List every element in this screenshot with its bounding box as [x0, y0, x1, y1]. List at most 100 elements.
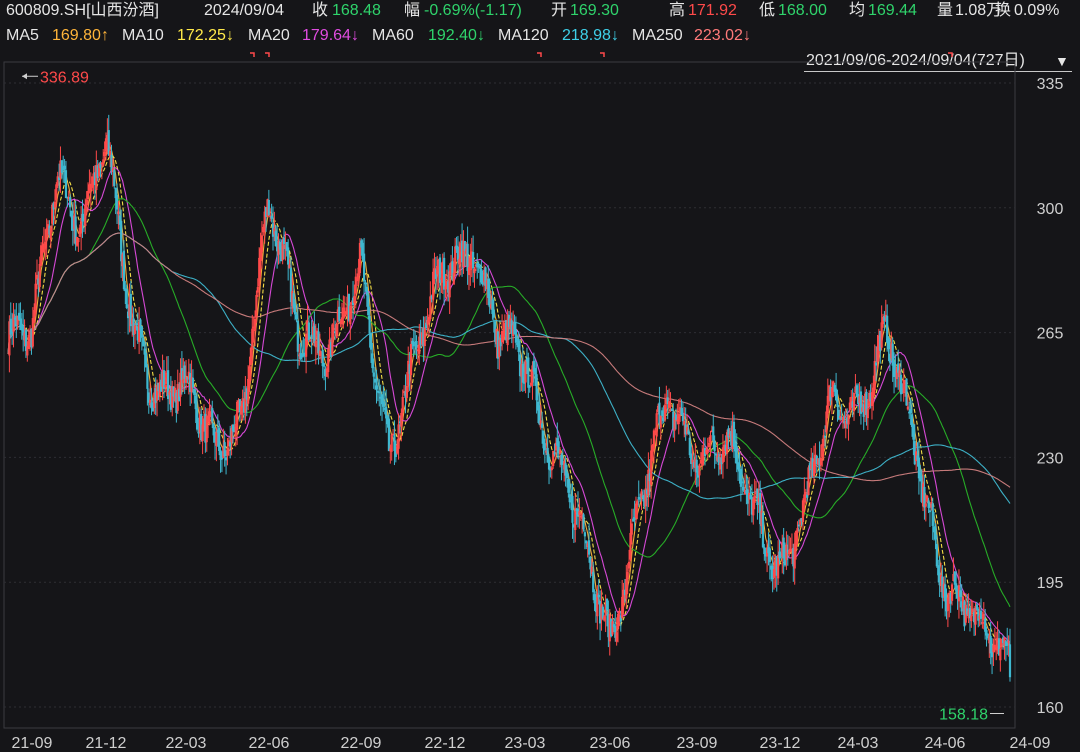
y-tick-label: 335: [1037, 76, 1064, 93]
candle-body: [492, 309, 495, 318]
candle-body: [195, 407, 199, 430]
x-tick-label: 22-12: [425, 735, 466, 752]
candle-body: [534, 368, 537, 375]
candle-body: [194, 395, 197, 410]
ma250-line: [7, 232, 1011, 488]
candle-body: [944, 584, 947, 602]
ma120-line: [7, 232, 1011, 504]
candle-body: [310, 334, 313, 340]
candle-body: [443, 257, 446, 290]
y-tick-label: 265: [1037, 326, 1064, 343]
candle-body: [64, 170, 68, 199]
candle-body: [688, 437, 691, 456]
candle-body: [905, 378, 908, 406]
candle-body: [714, 453, 718, 456]
x-tick-label: 22-06: [249, 735, 290, 752]
candle-body: [732, 421, 736, 447]
event-flag: [948, 52, 953, 57]
candle-body: [605, 598, 609, 611]
candle-body: [125, 288, 128, 309]
y-tick-label: 300: [1037, 201, 1064, 218]
x-tick-label: 23-06: [590, 735, 631, 752]
candle-body: [218, 427, 221, 451]
candle-body: [713, 441, 716, 452]
x-tick-label: 23-12: [760, 735, 801, 752]
candle-body: [374, 378, 377, 383]
candle-body: [115, 194, 119, 210]
candle-body: [756, 488, 759, 506]
candle-body: [567, 479, 570, 493]
candle-body: [295, 314, 298, 320]
x-tick-label: 22-09: [341, 735, 382, 752]
candle-body: [597, 594, 600, 598]
candle-body: [739, 468, 742, 487]
candle-body: [797, 524, 800, 527]
candle-body: [681, 413, 685, 422]
event-flag: [265, 52, 270, 57]
max-price-label: 336.89: [40, 69, 89, 86]
candle-body: [687, 430, 690, 434]
candle-body: [742, 486, 745, 491]
candle-body: [313, 325, 316, 344]
candle-body: [990, 651, 994, 658]
candle-body: [571, 495, 574, 523]
candle-body: [220, 457, 224, 460]
candle-body: [60, 160, 63, 173]
candle-body: [365, 286, 368, 296]
candle-body: [412, 343, 415, 347]
x-tick-label: 23-03: [505, 735, 546, 752]
candle-body: [836, 399, 839, 408]
candle-body: [368, 315, 371, 334]
x-tick-label: 23-09: [677, 735, 718, 752]
candle-body: [224, 457, 228, 461]
candle-body: [912, 425, 915, 440]
candle-body: [712, 426, 715, 441]
candle-body: [142, 338, 145, 347]
candle-body: [1006, 642, 1009, 646]
candle-body: [565, 471, 569, 479]
candle-body: [478, 265, 482, 269]
candle-body: [144, 352, 148, 368]
event-flag: [600, 52, 605, 57]
candle-body: [456, 246, 460, 261]
candle-body: [674, 414, 678, 420]
candle-body: [670, 409, 673, 412]
candle-body: [514, 329, 518, 343]
candle-body: [592, 571, 595, 593]
candle-body: [928, 510, 932, 513]
candle-body: [362, 253, 366, 282]
candle-body: [282, 237, 286, 244]
candle-body: [223, 442, 226, 457]
max-marker-arrowhead: [22, 73, 27, 80]
candle-body: [741, 481, 744, 484]
candle-body: [528, 385, 531, 388]
candle-body: [338, 306, 341, 321]
candle-body: [582, 514, 585, 530]
candle-body: [296, 320, 299, 352]
candle-body: [372, 372, 375, 377]
kline-chart[interactable]: 336.89 158.18 160 195 230 265 300 335 21-09 21-1…: [0, 0, 1080, 752]
candle-body: [517, 338, 520, 352]
candle-body: [367, 294, 370, 316]
candle-body: [639, 497, 642, 500]
candle-body: [1008, 644, 1012, 678]
candle-body: [737, 462, 740, 470]
candle-body: [910, 414, 914, 428]
candle-body: [935, 543, 938, 567]
event-flag: [537, 52, 542, 57]
candle-body: [69, 197, 72, 208]
candle-body: [211, 408, 214, 422]
candle-body: [927, 500, 930, 508]
candle-body: [293, 303, 297, 315]
candle-body: [587, 540, 591, 555]
candle-body: [984, 618, 987, 632]
candle-body: [768, 548, 771, 563]
candle-body: [472, 252, 475, 269]
candle-body: [375, 385, 378, 390]
candle-body: [191, 377, 195, 388]
candle-body: [892, 361, 896, 377]
x-tick-label: 24-06: [925, 735, 966, 752]
y-tick-label: 160: [1037, 700, 1064, 717]
candle-body: [887, 337, 890, 350]
candle-body: [535, 374, 538, 401]
